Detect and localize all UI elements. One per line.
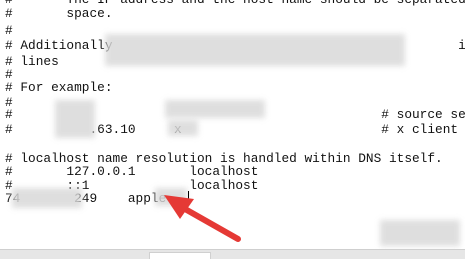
redaction-blur [380, 220, 460, 246]
redaction-blur [165, 100, 265, 118]
arrow-shaft [175, 202, 241, 242]
redaction-blur [55, 100, 95, 138]
redaction-blur [105, 34, 405, 66]
red-arrow-annotation [164, 195, 241, 242]
redaction-blur [168, 120, 198, 136]
editor-line-7: # For example: [5, 80, 113, 95]
editor-line-2: # space. [5, 6, 113, 21]
arrow-head [164, 195, 194, 219]
redaction-blur [12, 188, 82, 208]
